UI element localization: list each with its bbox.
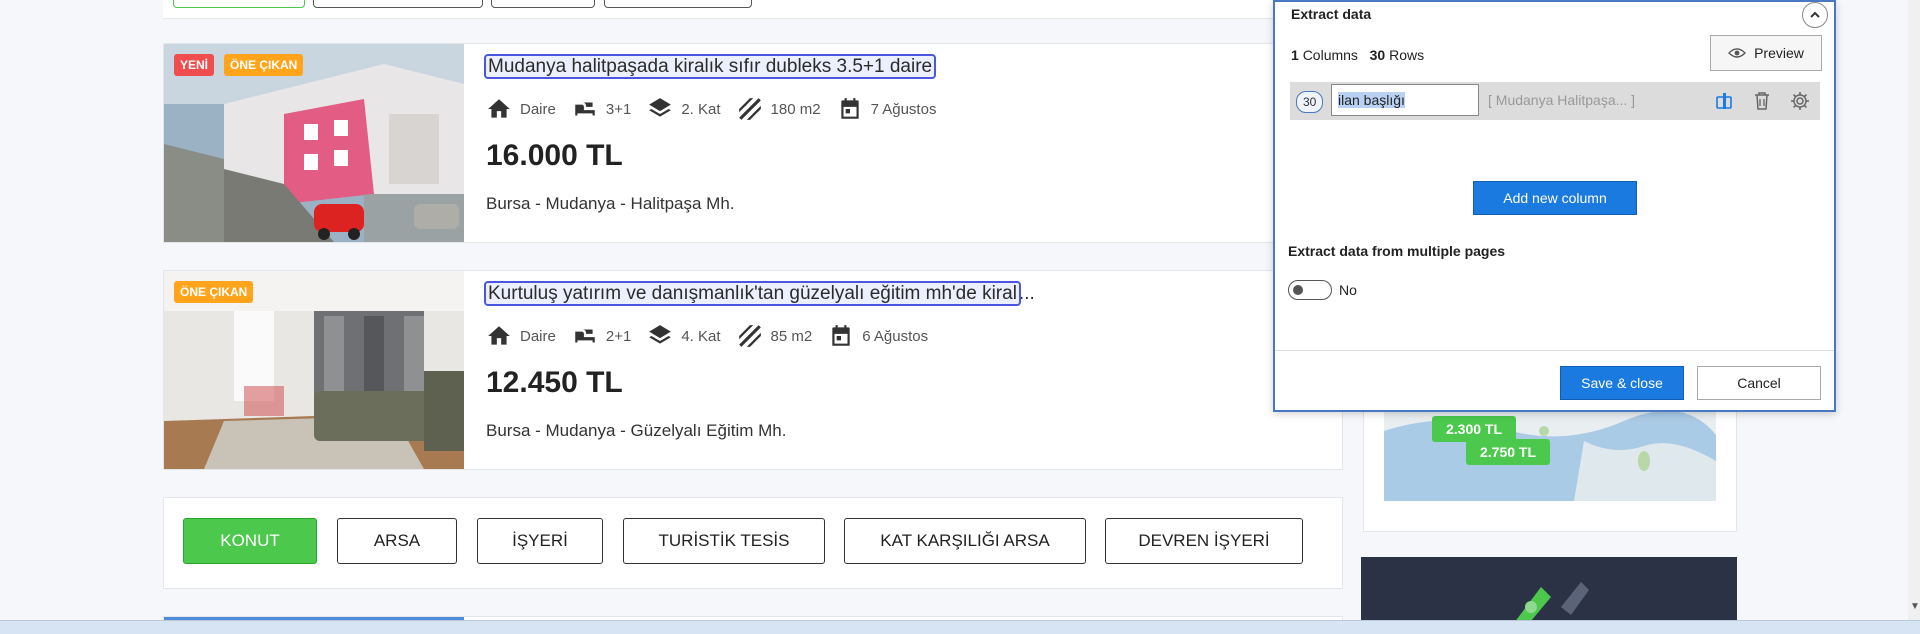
layers-icon (649, 325, 672, 344)
save-close-button[interactable]: Save & close (1560, 366, 1684, 400)
listing-card[interactable]: YENİ ÖNE ÇIKAN Mudanya halitpaşada kiral… (163, 43, 1343, 243)
badge-featured: ÖNE ÇIKAN (174, 281, 254, 303)
listing-title-text[interactable]: Mudanya halitpaşada kiralık sıfır dublek… (483, 54, 937, 79)
column-select-button[interactable] (1712, 89, 1736, 113)
chevron-up-icon (1810, 11, 1820, 18)
badge-featured: ÖNE ÇIKAN (224, 54, 304, 76)
listing-meta: Daire 3+1 2. Kat 180 m2 7 Ağustos (486, 96, 952, 122)
category-arsa[interactable]: ARSA (337, 518, 457, 564)
category-turistik-tesis[interactable]: TURİSTİK TESİS (623, 518, 825, 564)
multi-pages-label: Extract data from multiple pages (1288, 243, 1506, 259)
listing-location: Bursa - Mudanya - Halitpaşa Mh. (486, 194, 735, 213)
panel-title: Extract data (1291, 6, 1372, 22)
meta-area-text: 180 m2 (770, 100, 821, 118)
preview-button[interactable]: Preview (1710, 35, 1822, 71)
meta-rooms-text: 3+1 (605, 100, 632, 118)
listing-title-ellipsis: ... (1018, 283, 1035, 304)
toggle-knob (1293, 285, 1303, 295)
category-bar: KONUT ARSA İŞYERİ TURİSTİK TESİS KAT KAR… (163, 497, 1343, 589)
meta-floor: 2. Kat (647, 96, 721, 122)
rows-count: 30 (1369, 47, 1386, 63)
meta-area: 85 m2 (737, 323, 813, 349)
listing-title[interactable]: Kurtuluş yatırım ve danışmanlık'tan güze… (484, 281, 1035, 306)
listing-title-text[interactable]: Kurtuluş yatırım ve danışmanlık'tan güze… (484, 281, 1021, 306)
meta-floor-text: 4. Kat (681, 327, 721, 345)
category-isyeri[interactable]: İŞYERİ (477, 518, 603, 564)
meta-area: 180 m2 (737, 96, 821, 122)
filter-pill[interactable] (313, 0, 483, 8)
rows-label: Rows (1389, 47, 1425, 63)
listing-card[interactable]: ÖNE ÇIKAN Kurtuluş yatırım ve danışmanlı… (163, 270, 1343, 470)
meta-date-text: 6 Ağustos (862, 327, 929, 345)
scroll-down-icon[interactable]: ▼ (1910, 601, 1920, 612)
home-icon (488, 99, 510, 118)
filter-pill[interactable] (491, 0, 595, 8)
listing-price: 16.000 TL (486, 139, 623, 172)
map-price-pin[interactable]: 2.750 TL (1466, 439, 1551, 465)
column-row: 30 ilan başlığı [ Mudanya Halitpaşa... ] (1290, 82, 1820, 120)
area-icon (738, 325, 761, 347)
previous-section-strip (163, 0, 1343, 19)
meta-area-text: 85 m2 (770, 327, 813, 345)
column-row-counts: 1 Columns 30 Rows (1291, 47, 1424, 63)
meta-date: 6 Ağustos (828, 323, 928, 349)
preview-label: Preview (1754, 45, 1804, 61)
meta-type: Daire (486, 96, 556, 122)
column-name-input[interactable]: ilan başlığı (1331, 84, 1479, 116)
meta-rooms: 2+1 (572, 323, 631, 349)
columns-count: 1 (1291, 47, 1299, 63)
column-name-value: ilan başlığı (1338, 92, 1405, 108)
calendar-icon (840, 98, 859, 119)
panel-divider (1275, 350, 1834, 351)
listing-title[interactable]: Mudanya halitpaşada kiralık sıfır dublek… (483, 54, 937, 79)
cancel-button[interactable]: Cancel (1697, 366, 1821, 400)
map[interactable]: 2.300 TL 2.750 TL (1384, 401, 1716, 501)
layers-icon (649, 98, 672, 117)
meta-date: 7 Ağustos (837, 96, 937, 122)
calendar-icon (832, 325, 850, 346)
column-select-icon (1716, 93, 1732, 109)
listing-photo[interactable]: ÖNE ÇIKAN (164, 271, 464, 469)
badge-new: YENİ (174, 54, 215, 76)
page-scrollbar[interactable]: ▼ (1908, 0, 1920, 620)
column-settings-button[interactable] (1788, 89, 1812, 113)
meta-date-text: 7 Ağustos (870, 100, 937, 118)
category-konut[interactable]: KONUT (183, 518, 317, 564)
filter-pill[interactable] (604, 0, 752, 8)
home-icon (488, 326, 510, 345)
eye-icon (1728, 48, 1747, 58)
listing-location: Bursa - Mudanya - Güzelyalı Eğitim Mh. (486, 421, 787, 440)
area-icon (738, 98, 761, 120)
collapse-button[interactable] (1802, 2, 1828, 28)
category-kat-karsiligi-arsa[interactable]: KAT KARŞILIĞI ARSA (844, 518, 1086, 564)
meta-floor-text: 2. Kat (681, 100, 721, 118)
column-sample-value: [ Mudanya Halitpaşa... ] (1488, 92, 1636, 108)
filter-pill[interactable] (173, 0, 305, 8)
column-delete-button[interactable] (1750, 89, 1774, 113)
meta-rooms-text: 2+1 (605, 327, 632, 345)
meta-type-text: Daire (520, 100, 556, 118)
category-devren-isyeri[interactable]: DEVREN İŞYERİ (1105, 518, 1303, 564)
meta-rooms: 3+1 (572, 96, 631, 122)
multi-pages-value: No (1339, 282, 1357, 298)
gear-icon (1791, 92, 1809, 110)
meta-type-text: Daire (520, 327, 556, 345)
listing-price: 12.450 TL (486, 366, 623, 399)
multi-pages-toggle[interactable] (1288, 280, 1332, 300)
trash-icon (1755, 92, 1769, 110)
meta-type: Daire (486, 323, 556, 349)
listing-meta: Daire 2+1 4. Kat 85 m2 6 Ağustos (486, 323, 944, 349)
extract-data-panel: Extract data 1 Columns 30 Rows Preview 3… (1273, 0, 1836, 412)
add-new-column-button[interactable]: Add new column (1473, 181, 1637, 215)
taskbar (0, 620, 1920, 634)
meta-floor: 4. Kat (647, 323, 721, 349)
column-count-chip: 30 (1296, 91, 1324, 113)
bed-icon (575, 329, 595, 343)
listing-photo[interactable]: YENİ ÖNE ÇIKAN (164, 44, 464, 242)
columns-label: Columns (1302, 47, 1358, 63)
bed-icon (575, 102, 595, 116)
